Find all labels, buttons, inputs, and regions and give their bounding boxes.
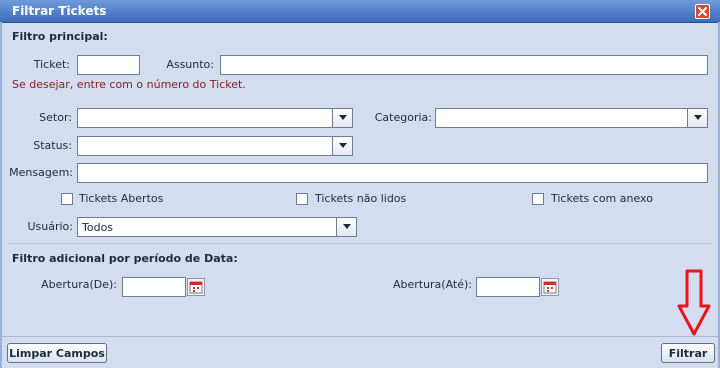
calendar-icon	[543, 281, 557, 294]
opening-to-input[interactable]	[476, 277, 540, 297]
clear-fields-button[interactable]: Limpar Campos	[7, 343, 107, 363]
opening-to-label: Abertura(Até):	[392, 278, 472, 291]
opening-to-calendar-button[interactable]	[541, 278, 559, 296]
date-filter-title: Filtro adicional por período de Data:	[12, 252, 238, 265]
subject-label: Assunto:	[166, 58, 214, 71]
subject-input[interactable]	[220, 55, 708, 75]
title-bar	[0, 0, 720, 23]
status-dropdown-button[interactable]	[332, 137, 352, 155]
unread-tickets-checkbox[interactable]	[296, 193, 308, 205]
sector-label: Setor:	[39, 111, 72, 124]
opening-from-label: Abertura(De):	[41, 278, 117, 291]
close-button[interactable]	[695, 4, 710, 19]
chevron-down-icon	[342, 224, 351, 229]
close-icon	[698, 7, 707, 16]
category-label: Categoria:	[374, 111, 432, 124]
status-label: Status:	[33, 139, 72, 152]
unread-tickets-label: Tickets não lidos	[315, 192, 407, 205]
filter-button[interactable]: Filtrar	[661, 343, 715, 363]
ticket-input[interactable]	[77, 55, 140, 75]
message-input[interactable]	[77, 163, 708, 183]
open-tickets-checkbox[interactable]	[61, 193, 73, 205]
attachment-tickets-label: Tickets com anexo	[551, 192, 653, 205]
opening-from-calendar-button[interactable]	[187, 278, 205, 296]
status-select[interactable]	[77, 136, 353, 156]
chevron-down-icon	[693, 115, 702, 120]
user-value: Todos	[82, 221, 114, 234]
ticket-label: Ticket:	[33, 58, 70, 71]
section-divider	[8, 243, 712, 244]
user-dropdown-button[interactable]	[336, 218, 356, 236]
sector-select[interactable]	[77, 108, 353, 128]
ticket-hint: Se desejar, entre com o número do Ticket…	[12, 78, 246, 91]
open-tickets-label: Tickets Abertos	[79, 192, 164, 205]
chevron-down-icon	[338, 115, 347, 120]
category-dropdown-button[interactable]	[687, 109, 707, 127]
opening-from-input[interactable]	[122, 277, 186, 297]
category-select[interactable]	[435, 108, 708, 128]
down-arrow-icon	[677, 269, 711, 336]
window-title: Filtrar Tickets	[12, 4, 107, 18]
chevron-down-icon	[338, 143, 347, 148]
main-filter-title: Filtro principal:	[12, 30, 108, 43]
calendar-icon	[189, 281, 203, 294]
user-label: Usuário:	[27, 220, 73, 233]
sector-dropdown-button[interactable]	[332, 109, 352, 127]
user-select[interactable]: Todos	[77, 217, 357, 237]
footer-divider	[2, 336, 718, 337]
attachment-tickets-checkbox[interactable]	[532, 193, 544, 205]
message-label: Mensagem:	[9, 166, 73, 179]
